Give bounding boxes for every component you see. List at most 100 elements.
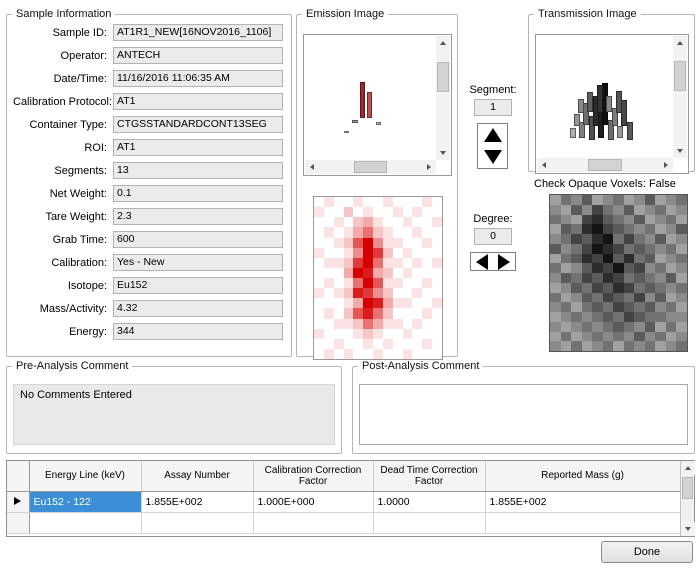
segment-updown-control	[477, 123, 508, 169]
scroll-up-button[interactable]	[681, 461, 695, 475]
grab-time-field[interactable]: 600	[113, 231, 283, 248]
col-header-energy-line[interactable]: Energy Line (keV)	[29, 461, 142, 492]
scroll-down-button[interactable]	[436, 146, 450, 160]
scroll-track[interactable]	[681, 475, 694, 522]
post-analysis-comment-title: Post-Analysis Comment	[362, 360, 480, 372]
segment-down-button[interactable]	[478, 146, 507, 168]
col-header-calibration-correction-factor[interactable]: Calibration Correction Factor	[253, 461, 374, 492]
container-type-label: Container Type:	[29, 118, 107, 131]
scroll-thumb[interactable]	[587, 159, 623, 171]
grab-time-label: Grab Time:	[52, 233, 107, 246]
scroll-thumb[interactable]	[354, 161, 387, 173]
cell-assay-number[interactable]: 1.855E+002	[141, 491, 254, 513]
scroll-thumb[interactable]	[437, 61, 449, 93]
col-header-dead-time-correction-factor[interactable]: Dead Time Correction Factor	[373, 461, 486, 492]
col-header-reported-mass[interactable]: Reported Mass (g)	[485, 461, 681, 492]
grid-vertical-scrollbar[interactable]	[680, 461, 695, 536]
degree-left-button[interactable]	[471, 253, 493, 270]
roi-field[interactable]: AT1	[113, 139, 283, 156]
cell-energy-line[interactable]: Eu152 - 122	[29, 491, 142, 513]
scroll-right-icon	[427, 164, 431, 170]
tare-weight-label: Tare Weight:	[45, 210, 107, 223]
operator-field[interactable]: ANTECH	[113, 47, 283, 64]
scroll-right-button[interactable]	[659, 158, 673, 172]
post-analysis-comment-box[interactable]	[359, 384, 688, 445]
tare-weight-field[interactable]: 2.3	[113, 208, 283, 225]
segment-up-button[interactable]	[478, 124, 507, 146]
emission-image-title: Emission Image	[306, 8, 385, 20]
emission-horizontal-scrollbar[interactable]	[305, 160, 436, 174]
cell-calibration-correction-factor[interactable]	[253, 512, 374, 534]
emission-vertical-scrollbar[interactable]	[436, 36, 450, 160]
left-arrow-icon	[476, 253, 488, 270]
assay-results-window: Sample Information Sample ID: AT1R1_NEW[1…	[0, 0, 700, 570]
scroll-left-button[interactable]	[537, 158, 551, 172]
scroll-left-icon	[310, 164, 314, 170]
scroll-up-button[interactable]	[436, 36, 450, 50]
calibration-protocol-field[interactable]: AT1	[113, 93, 283, 110]
cell-calibration-correction-factor[interactable]: 1.000E+000	[253, 491, 374, 513]
cell-assay-number[interactable]	[141, 512, 254, 534]
net-weight-field[interactable]: 0.1	[113, 185, 283, 202]
grid-row-1: Eu152 - 122 1.855E+002 1.000E+000 1.0000…	[7, 491, 681, 513]
scroll-left-button[interactable]	[305, 160, 319, 174]
segments-field[interactable]: 13	[113, 162, 283, 179]
cell-dead-time-correction-factor[interactable]	[373, 512, 486, 534]
calibration-label: Calibration:	[51, 256, 107, 269]
scroll-down-button[interactable]	[681, 522, 695, 536]
emission-3d-plot	[303, 34, 452, 176]
degree-value-field[interactable]: 0	[474, 228, 512, 245]
results-grid: Energy Line (keV) Assay Number Calibrati…	[6, 460, 695, 537]
transmission-image-group: Transmission Image	[528, 8, 695, 174]
grid-corner-cell	[7, 461, 30, 492]
calibration-field[interactable]: Yes - New	[113, 254, 283, 271]
row-header-cell[interactable]	[7, 491, 30, 513]
scroll-up-icon	[677, 41, 683, 45]
date-time-field[interactable]: 11/16/2016 11:06:35 AM	[113, 70, 283, 87]
cell-energy-line[interactable]	[29, 512, 142, 534]
col-header-assay-number[interactable]: Assay Number	[141, 461, 254, 492]
transmission-horizontal-scrollbar[interactable]	[537, 158, 673, 172]
emission-3d-plot-canvas	[305, 36, 436, 160]
row-header-cell[interactable]	[7, 512, 30, 534]
date-time-label: Date/Time:	[53, 72, 107, 85]
segment-label: Segment:	[469, 84, 517, 96]
scroll-thumb[interactable]	[674, 61, 686, 92]
grid-row-2	[7, 512, 681, 534]
container-type-field[interactable]: CTGSSTANDARDCONT13SEG	[113, 116, 283, 133]
mass-activity-label: Mass/Activity:	[39, 302, 107, 315]
sample-id-field[interactable]: AT1R1_NEW[16NOV2016_1106]	[113, 24, 283, 41]
scroll-track[interactable]	[436, 50, 450, 146]
degree-right-button[interactable]	[493, 253, 515, 270]
operator-label: Operator:	[60, 49, 107, 62]
scroll-up-icon	[440, 41, 446, 45]
scroll-down-button[interactable]	[673, 144, 687, 158]
segment-value-field[interactable]: 1	[474, 99, 512, 116]
scroll-right-button[interactable]	[422, 160, 436, 174]
sample-information-group: Sample Information Sample ID: AT1R1_NEW[1…	[6, 8, 292, 357]
scroll-up-button[interactable]	[673, 36, 687, 50]
check-opaque-voxels-label: Check Opaque Voxels: False	[534, 178, 676, 190]
down-arrow-icon	[483, 150, 502, 164]
pre-analysis-comment-box[interactable]: No Comments Entered	[13, 384, 335, 445]
transmission-image-title: Transmission Image	[538, 8, 637, 20]
right-arrow-icon	[498, 253, 510, 270]
segments-label: Segments:	[54, 164, 107, 177]
scroll-thumb[interactable]	[682, 477, 693, 499]
pre-analysis-comment-title: Pre-Analysis Comment	[16, 360, 129, 372]
isotope-label: Isotope:	[67, 279, 107, 292]
energy-field[interactable]: 344	[113, 323, 283, 340]
calibration-protocol-label: Calibration Protocol:	[13, 95, 113, 108]
scroll-track[interactable]	[551, 158, 659, 172]
scroll-track[interactable]	[319, 160, 422, 174]
done-button[interactable]: Done	[601, 541, 693, 563]
mass-activity-field[interactable]: 4.32	[113, 300, 283, 317]
scroll-track[interactable]	[673, 50, 687, 144]
transmission-vertical-scrollbar[interactable]	[673, 36, 687, 158]
cell-dead-time-correction-factor[interactable]: 1.0000	[373, 491, 486, 513]
cell-reported-mass[interactable]	[485, 512, 681, 534]
cell-reported-mass[interactable]: 1.855E+002	[485, 491, 681, 513]
roi-label: ROI:	[84, 141, 107, 154]
isotope-field[interactable]: Eu152	[113, 277, 283, 294]
transmission-heatmap-image	[549, 194, 688, 352]
